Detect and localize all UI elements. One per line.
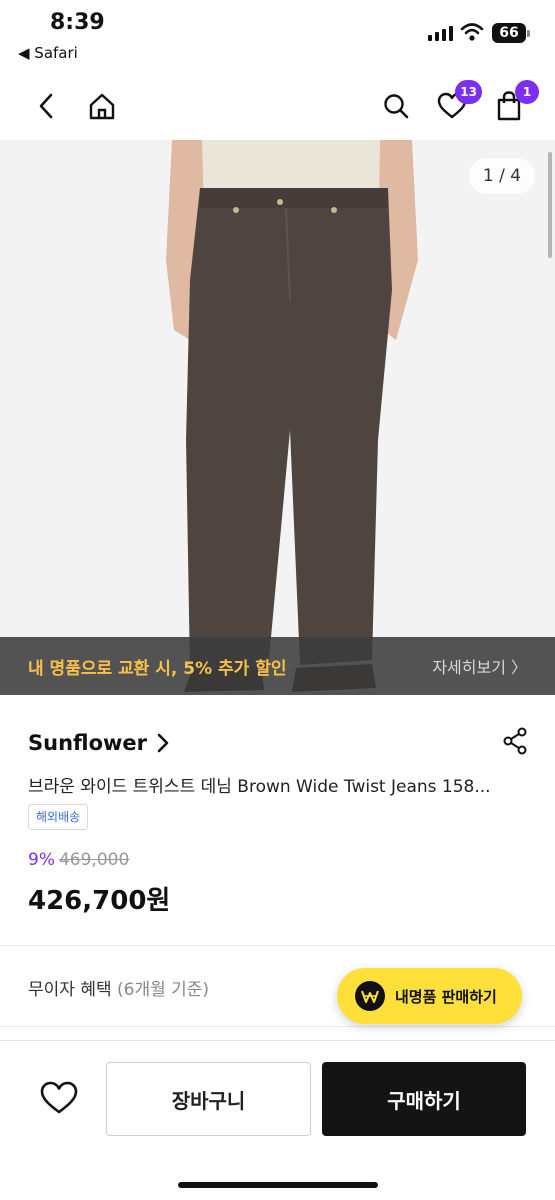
brand-name: Sunflower xyxy=(28,731,148,755)
image-counter: 1 / 4 xyxy=(469,158,535,194)
exchange-promo-banner[interactable]: 내 명품으로 교환 시, 5% 추가 할인 자세히보기 〉 xyxy=(0,637,555,695)
cart-count-badge: 1 xyxy=(515,80,539,104)
bottom-action-bar: 장바구니 구매하기 xyxy=(0,1040,555,1200)
chevron-left-icon xyxy=(39,93,53,119)
brand-link[interactable]: Sunflower xyxy=(28,731,169,755)
search-icon xyxy=(384,94,409,119)
status-time: 8:39 xyxy=(50,10,105,35)
promo-details-link[interactable]: 자세히보기 〉 xyxy=(432,654,527,678)
heart-icon xyxy=(40,1081,78,1114)
add-to-cart-button[interactable]: 장바구니 xyxy=(106,1062,311,1136)
back-to-safari-link[interactable]: ◀ Safari xyxy=(18,44,78,62)
benefit-label: 무이자 혜택 xyxy=(28,980,112,1000)
product-title: 브라운 와이드 트위스트 데님 Brown Wide Twist Jeans 1… xyxy=(28,777,491,797)
buy-now-button[interactable]: 구매하기 xyxy=(322,1062,526,1136)
discount-rate: 9% xyxy=(28,850,55,870)
share-button[interactable] xyxy=(502,727,528,759)
wishlist-count-badge: 13 xyxy=(455,80,482,104)
sell-my-item-button[interactable]: 내명품 판매하기 xyxy=(337,968,522,1024)
cellular-signal-icon xyxy=(428,26,453,41)
benefit-sub: (6개월 기준) xyxy=(117,980,210,1000)
chevron-right-icon xyxy=(157,733,169,753)
brand-row: Sunflower xyxy=(28,726,528,760)
section-divider xyxy=(0,945,555,946)
price-discount-line: 9% 469,000 xyxy=(28,850,129,870)
home-button[interactable] xyxy=(82,86,122,126)
product-image-gallery[interactable]: 1 / 4 내 명품으로 교환 시, 5% 추가 할인 자세히보기 〉 xyxy=(0,140,555,695)
promo-text: 내 명품으로 교환 시, 5% 추가 할인 xyxy=(28,658,287,679)
home-icon xyxy=(89,93,115,120)
sale-price: 426,700원 xyxy=(28,886,171,916)
battery-icon: 66 xyxy=(492,23,530,43)
cart-button[interactable]: 1 xyxy=(489,80,539,126)
wishlist-toggle-button[interactable] xyxy=(36,1075,82,1121)
home-indicator xyxy=(178,1182,378,1188)
top-nav: 13 1 xyxy=(0,70,555,140)
status-bar: 8:39 ◀ Safari 66 xyxy=(0,0,555,70)
installment-benefit[interactable]: 무이자 혜택 (6개월 기준) xyxy=(28,975,209,1000)
product-photo xyxy=(0,140,555,695)
search-button[interactable] xyxy=(376,86,416,126)
section-divider xyxy=(0,1026,555,1027)
scrollbar[interactable] xyxy=(548,152,552,258)
sell-my-item-label: 내명품 판매하기 xyxy=(395,987,497,1006)
original-price: 469,000 xyxy=(58,850,130,870)
share-icon xyxy=(503,727,527,755)
wishlist-button[interactable]: 13 xyxy=(432,80,482,126)
won-icon xyxy=(355,981,385,1011)
back-button[interactable] xyxy=(26,86,66,126)
wifi-icon xyxy=(460,23,484,41)
overseas-shipping-tag: 해외배송 xyxy=(28,804,89,830)
